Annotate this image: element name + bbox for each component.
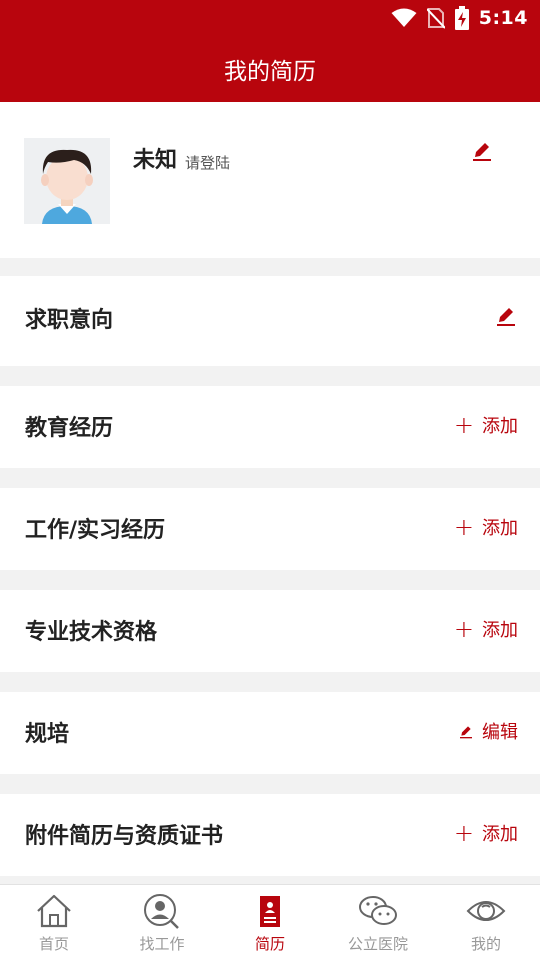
tab-label: 公立医院 <box>347 935 408 953</box>
edit-icon <box>460 726 472 739</box>
bottom-tab-bar: 首页 找工作 简历 公立医院 我的 <box>0 884 540 961</box>
section-title: 求职意向 <box>25 308 114 333</box>
home-icon <box>37 894 71 928</box>
section-attachments[interactable]: 附件简历与资质证书 + 添加 <box>0 794 540 876</box>
avatar-illustration <box>24 138 110 224</box>
login-link[interactable]: 请登陆 <box>185 152 230 173</box>
avatar[interactable] <box>24 138 110 224</box>
wechat-icon <box>359 896 397 925</box>
battery-charging-icon <box>454 6 469 30</box>
tab-label: 首页 <box>38 935 69 953</box>
app-header: 我的简历 <box>0 36 540 102</box>
tab-label: 找工作 <box>139 935 185 953</box>
edit-button[interactable]: 编辑 <box>458 718 518 744</box>
tab-label: 我的 <box>470 935 501 953</box>
tab-resume[interactable]: 简历 <box>216 885 324 961</box>
no-sim-icon <box>426 8 445 29</box>
section-qualifications[interactable]: 专业技术资格 + 添加 <box>0 590 540 672</box>
action-label: 添加 <box>482 518 518 539</box>
status-icons: 5:14 <box>391 6 528 30</box>
tab-public-hospital[interactable]: 公立医院 <box>324 885 432 961</box>
tab-find-job[interactable]: 找工作 <box>108 885 216 961</box>
person-search-icon <box>144 894 179 929</box>
plus-icon: + <box>453 819 474 847</box>
tab-mine[interactable]: 我的 <box>432 885 540 961</box>
eye-icon <box>466 901 506 921</box>
add-button[interactable]: + 添加 <box>454 412 518 438</box>
action-label: 添加 <box>482 620 518 641</box>
status-time: 5:14 <box>478 7 528 29</box>
wifi-icon <box>391 8 417 27</box>
section-job-intention[interactable]: 求职意向 <box>0 276 540 366</box>
action-label: 编辑 <box>482 722 518 743</box>
section-education[interactable]: 教育经历 + 添加 <box>0 386 540 468</box>
edit-icon[interactable] <box>494 303 518 327</box>
add-button[interactable]: + 添加 <box>454 820 518 846</box>
tab-label: 简历 <box>254 935 285 953</box>
section-title: 工作/实习经历 <box>25 518 166 543</box>
page-title: 我的简历 <box>224 59 316 85</box>
profile-name: 未知 <box>133 148 178 173</box>
add-button[interactable]: + 添加 <box>454 514 518 540</box>
profile-card[interactable]: 未知 请登陆 <box>0 102 540 258</box>
section-residency-training[interactable]: 规培 编辑 <box>0 692 540 774</box>
status-bar: 5:14 <box>0 0 540 36</box>
action-label: 添加 <box>482 824 518 845</box>
tab-home[interactable]: 首页 <box>0 885 108 961</box>
plus-icon: + <box>453 513 474 541</box>
resume-icon <box>260 896 280 927</box>
add-button[interactable]: + 添加 <box>454 616 518 642</box>
plus-icon: + <box>453 411 474 439</box>
section-title: 专业技术资格 <box>25 620 158 645</box>
edit-profile-icon[interactable] <box>470 138 494 162</box>
section-title: 教育经历 <box>25 416 114 441</box>
section-title: 规培 <box>25 722 70 747</box>
action-label: 添加 <box>482 416 518 437</box>
section-title: 附件简历与资质证书 <box>25 824 224 849</box>
section-work-experience[interactable]: 工作/实习经历 + 添加 <box>0 488 540 570</box>
plus-icon: + <box>453 615 474 643</box>
